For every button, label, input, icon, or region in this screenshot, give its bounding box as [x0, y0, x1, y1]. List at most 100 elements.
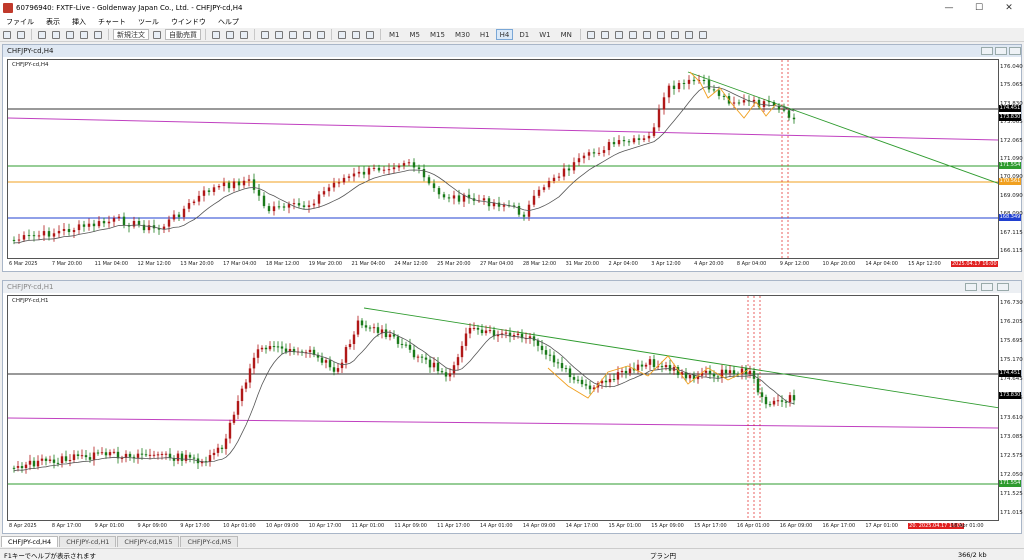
candle-body	[287, 204, 291, 208]
candle-body	[52, 233, 56, 237]
menu-chart[interactable]: チャート	[92, 17, 132, 27]
candle-body	[408, 344, 412, 350]
chart-window-title-h4[interactable]: CHFJPY-cd,H4	[3, 45, 1021, 57]
chart-close-button[interactable]	[997, 283, 1009, 291]
channel-icon[interactable]	[655, 29, 667, 40]
candle-body	[776, 400, 780, 402]
autoscroll-icon[interactable]	[301, 29, 313, 40]
vertical-line-icon[interactable]	[613, 29, 625, 40]
price-plot-h4[interactable]: CHFJPY-cd,H4	[7, 59, 999, 259]
candle-body	[256, 349, 260, 358]
close-button[interactable]: ✕	[994, 0, 1024, 16]
chart-minimize-button[interactable]	[965, 283, 977, 291]
candle-body	[260, 347, 264, 350]
candle-body	[472, 327, 476, 329]
candle-body	[167, 219, 171, 227]
candle-body	[57, 230, 61, 234]
candlestick-chart-h1[interactable]	[8, 296, 999, 521]
tf-m1[interactable]: M1	[385, 29, 404, 40]
price-tick-label: 175.065	[1000, 82, 1023, 89]
candle-body	[252, 179, 256, 190]
tf-mn[interactable]: MN	[557, 29, 576, 40]
candle-body	[482, 198, 486, 201]
fibonacci-icon[interactable]	[669, 29, 681, 40]
time-tick-label: 15 Apr 09:00	[651, 523, 684, 529]
tf-h4[interactable]: H4	[495, 29, 514, 40]
menu-file[interactable]: ファイル	[0, 17, 40, 27]
terminal-icon[interactable]	[78, 29, 90, 40]
candle-body	[396, 336, 400, 344]
templates-icon[interactable]	[364, 29, 376, 40]
candle-body	[242, 180, 246, 186]
tile-windows-icon[interactable]	[287, 29, 299, 40]
menu-insert[interactable]: 挿入	[66, 17, 92, 27]
tester-icon[interactable]	[92, 29, 104, 40]
candle-body	[440, 371, 444, 373]
menu-view[interactable]: 表示	[40, 17, 66, 27]
new-order-button[interactable]: 新規注文	[113, 29, 149, 40]
candlestick-chart-h4[interactable]	[8, 60, 999, 259]
text-tool-icon[interactable]	[683, 29, 695, 40]
candle-body	[437, 188, 441, 195]
trendline-icon[interactable]	[641, 29, 653, 40]
tf-w1[interactable]: W1	[535, 29, 554, 40]
tab-chfjpy-m15[interactable]: CHFJPY-cd,M15	[117, 536, 180, 547]
tab-chfjpy-h4[interactable]: CHFJPY-cd,H4	[1, 536, 59, 547]
tab-chfjpy-m5[interactable]: CHFJPY-cd,M5	[180, 536, 239, 547]
chart-shift-icon[interactable]	[315, 29, 327, 40]
time-tick-label: 9 Apr 12:00	[779, 261, 810, 267]
menu-tools[interactable]: ツール	[132, 17, 165, 27]
periods-icon[interactable]	[350, 29, 362, 40]
chart-restore-button[interactable]	[995, 47, 1007, 55]
tf-m15[interactable]: M15	[426, 29, 449, 40]
indicators-icon[interactable]	[336, 29, 348, 40]
candle-body	[357, 171, 361, 174]
candle-body	[742, 100, 746, 103]
market-watch-icon[interactable]	[36, 29, 48, 40]
auto-trade-button[interactable]: 自動売買	[165, 29, 201, 40]
cursor-icon[interactable]	[585, 29, 597, 40]
candle-body	[667, 85, 671, 98]
maximize-button[interactable]: ☐	[964, 0, 994, 16]
menu-help[interactable]: ヘルプ	[212, 17, 245, 27]
zoom-out-icon[interactable]	[273, 29, 285, 40]
bar-chart-icon[interactable]	[210, 29, 222, 40]
navigator-icon[interactable]	[64, 29, 76, 40]
candle-body	[40, 458, 44, 461]
chart-close-button[interactable]	[1009, 47, 1021, 55]
new-chart-icon[interactable]	[1, 29, 13, 40]
price-plot-h1[interactable]: CHFJPY-cd,H1	[7, 295, 999, 521]
candle-body	[660, 366, 664, 368]
candle-body	[780, 400, 784, 402]
candle-body	[22, 235, 26, 240]
tf-h1[interactable]: H1	[476, 29, 494, 40]
line-chart-icon[interactable]	[238, 29, 250, 40]
chart-restore-button[interactable]	[981, 283, 993, 291]
chart-minimize-button[interactable]	[981, 47, 993, 55]
time-tick-label: 25 Mar 20:00	[437, 261, 471, 267]
chart-window-title-h1[interactable]: CHFJPY-cd,H1	[3, 281, 1021, 293]
tab-chfjpy-h1[interactable]: CHFJPY-cd,H1	[59, 536, 117, 547]
price-tick-label: 172.575	[1000, 452, 1023, 459]
data-window-icon[interactable]	[50, 29, 62, 40]
horizontal-line-icon[interactable]	[627, 29, 639, 40]
minimize-button[interactable]: —	[934, 0, 964, 16]
time-tick-label: 17 Mar 04:00	[223, 261, 257, 267]
metaeditor-icon[interactable]	[151, 29, 163, 40]
arrows-icon[interactable]	[697, 29, 709, 40]
profiles-icon[interactable]	[15, 29, 27, 40]
candle-body	[672, 85, 676, 89]
menu-window[interactable]: ウインドウ	[165, 17, 212, 27]
tf-m5[interactable]: M5	[406, 29, 425, 40]
candle-body	[732, 370, 736, 375]
candle-body	[28, 460, 32, 465]
candle-body	[636, 364, 640, 371]
zoom-in-icon[interactable]	[259, 29, 271, 40]
tf-m30[interactable]: M30	[451, 29, 474, 40]
tf-d1[interactable]: D1	[515, 29, 533, 40]
time-tick-label: 2 Apr 04:00	[608, 261, 638, 267]
crosshair-icon[interactable]	[599, 29, 611, 40]
time-tick-label: 10 Apr 17:00	[308, 523, 342, 529]
candle-body	[708, 370, 712, 375]
candlestick-icon[interactable]	[224, 29, 236, 40]
